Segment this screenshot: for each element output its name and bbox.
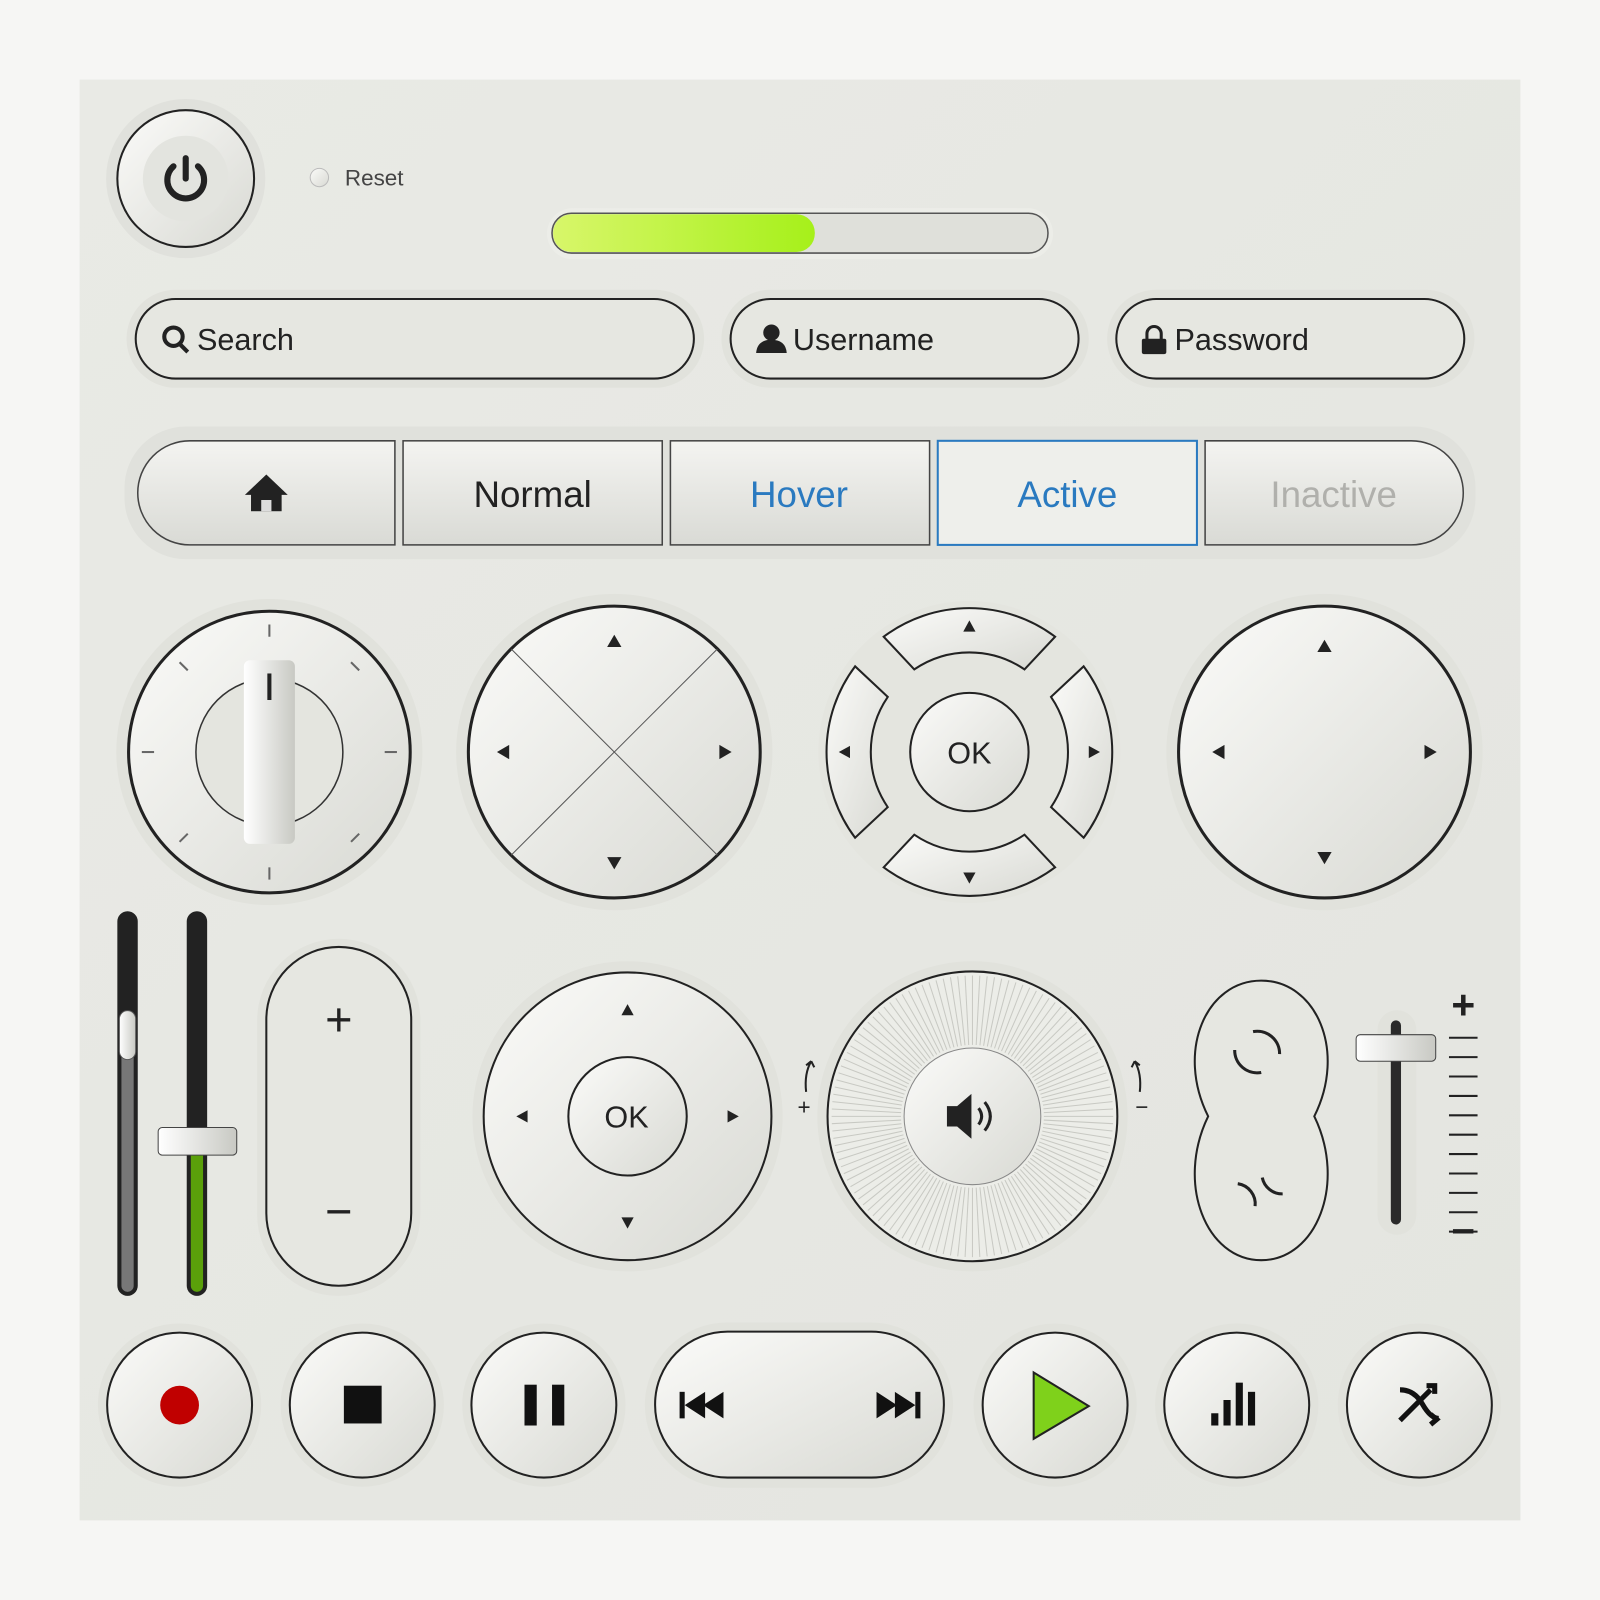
dark-vertical-slider[interactable]	[117, 911, 138, 1296]
zoom-stepper: + −	[257, 938, 421, 1296]
equalizer-button[interactable]	[1155, 1323, 1319, 1487]
password-placeholder: Password	[1174, 323, 1308, 357]
play-button[interactable]	[973, 1323, 1137, 1487]
pause-button[interactable]	[462, 1323, 626, 1487]
username-input[interactable]: Username	[721, 289, 1089, 388]
ok-label: OK	[604, 1101, 649, 1135]
tab-home[interactable]	[136, 440, 396, 546]
progress-fill	[553, 214, 815, 253]
minus-button[interactable]: −	[325, 1186, 352, 1238]
tab-normal[interactable]: Normal	[402, 440, 664, 546]
ok-button[interactable]: OK	[567, 1056, 688, 1177]
slider-handle[interactable]	[118, 1010, 137, 1061]
tab-bar: Normal Hover Active Inactive	[124, 426, 1476, 560]
tab-label: Active	[1017, 474, 1117, 515]
rotary-knob[interactable]	[116, 598, 423, 906]
reset-label: Reset	[345, 166, 404, 191]
ui-kit-canvas: Reset Search Username Password Normal Ho…	[79, 79, 1521, 1521]
plus-button[interactable]: +	[325, 994, 352, 1046]
volume-down-label: −	[1135, 1094, 1148, 1119]
slider-handle[interactable]	[1355, 1034, 1437, 1062]
volume-up-label: +	[798, 1094, 811, 1119]
remote-dpad: OK	[472, 961, 783, 1272]
stop-icon	[343, 1385, 382, 1424]
password-input[interactable]: Password	[1107, 289, 1475, 388]
progress-bar	[546, 208, 1054, 260]
ok-label: OK	[947, 736, 992, 770]
scale-plus-label: +	[1451, 981, 1475, 1027]
tab-label: Normal	[473, 474, 591, 515]
prev-next-button	[644, 1322, 954, 1488]
record-icon	[160, 1385, 199, 1425]
search-placeholder: Search	[197, 323, 294, 357]
record-button[interactable]	[97, 1323, 262, 1487]
search-input[interactable]: Search	[126, 289, 705, 388]
tab-hover[interactable]: Hover	[669, 440, 931, 546]
username-placeholder: Username	[793, 323, 934, 357]
ok-button[interactable]: OK	[909, 691, 1030, 813]
slider-handle[interactable]	[157, 1127, 238, 1156]
circle-pad[interactable]	[1166, 593, 1483, 911]
segmented-dpad: OK	[818, 601, 1121, 904]
power-button[interactable]	[106, 98, 266, 259]
tab-inactive[interactable]: Inactive	[1204, 440, 1465, 546]
tab-label: Hover	[750, 474, 848, 515]
tab-label: Inactive	[1270, 474, 1397, 515]
stop-button[interactable]	[280, 1323, 444, 1487]
x-dpad[interactable]	[456, 593, 773, 911]
tab-active[interactable]: Active	[936, 439, 1198, 546]
scale-minus-label: −	[1451, 1208, 1475, 1254]
zoom-in-out-button[interactable]	[1193, 979, 1329, 1262]
shuffle-button[interactable]	[1337, 1323, 1502, 1487]
